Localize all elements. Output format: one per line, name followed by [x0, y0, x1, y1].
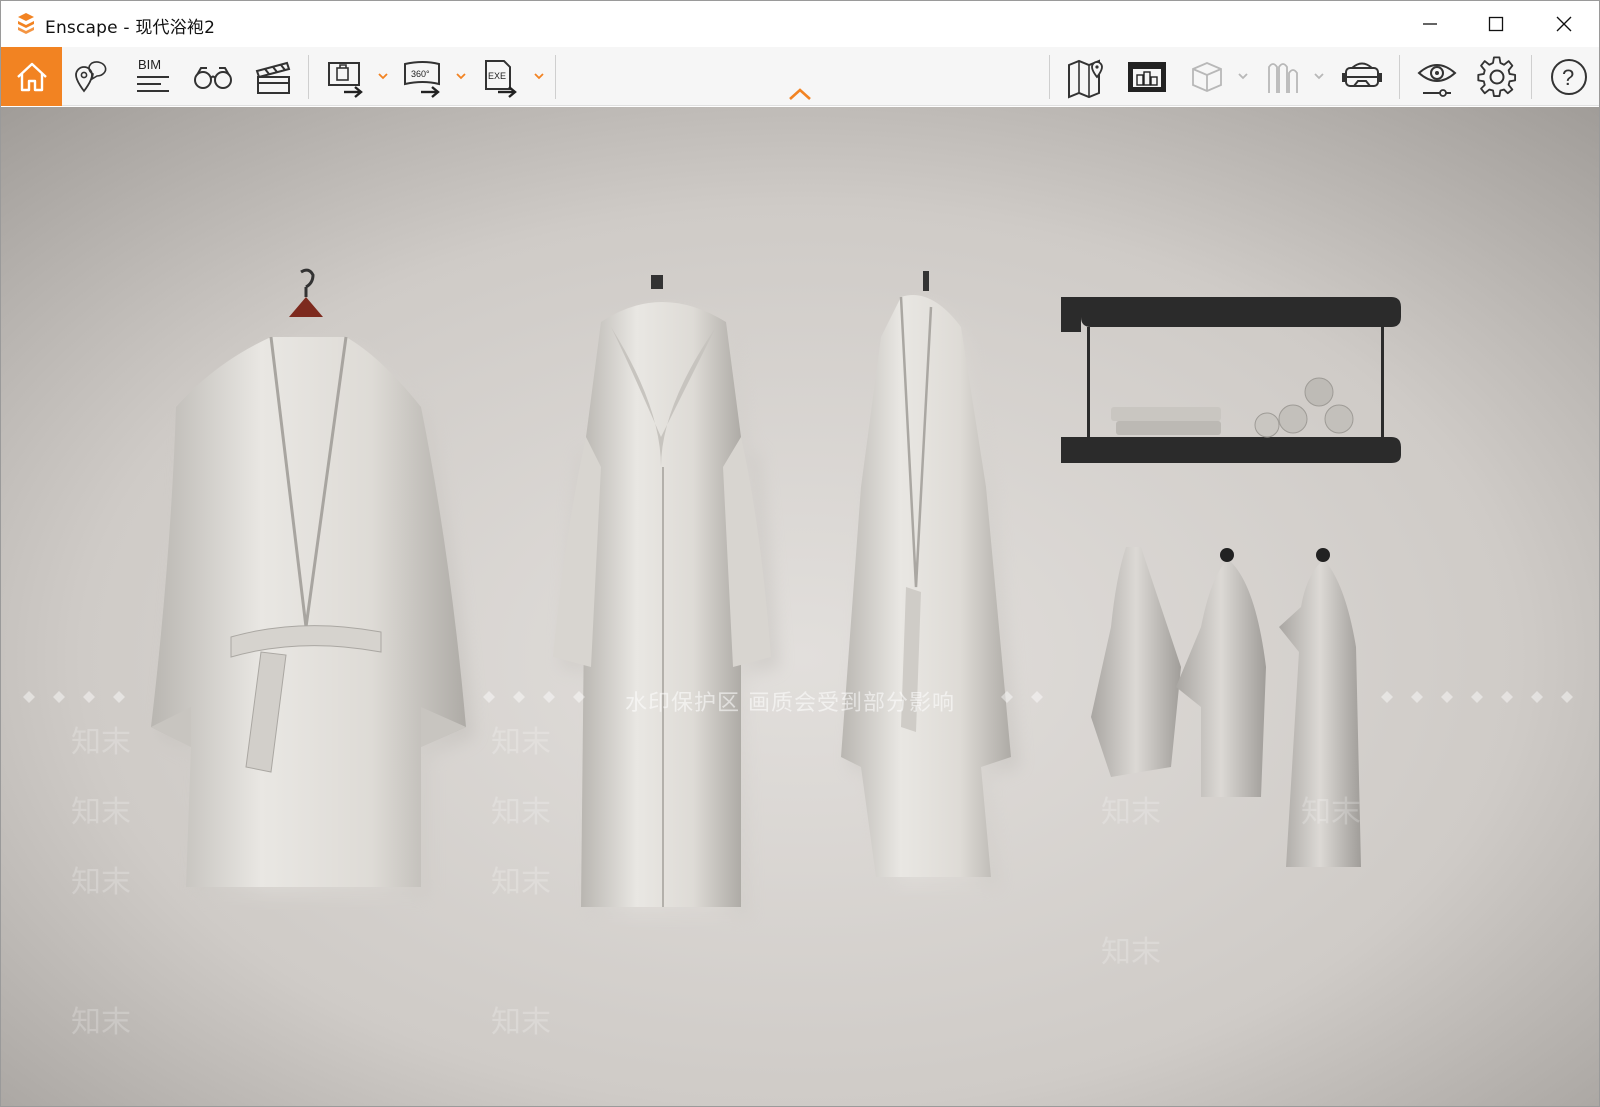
enscape-window: Enscape - 现代浴袍2 BIM 360° EXE ? 水印保护区 画质会…	[0, 0, 1600, 1107]
watermark-brand: 知末	[1301, 795, 1361, 830]
gear-icon	[1477, 55, 1517, 97]
help-button[interactable]: ?	[1541, 47, 1597, 106]
eye-icon	[1417, 63, 1457, 97]
watermark-brand: 知末	[491, 1005, 551, 1040]
watermark-brand: 知末	[71, 865, 131, 900]
svg-text:360°: 360°	[411, 69, 430, 79]
bim-icon: BIM	[137, 57, 169, 92]
exe-export-button[interactable]: EXE	[475, 47, 529, 106]
bathrobe-scene-render	[1, 107, 1599, 1106]
chevron-up-icon[interactable]	[787, 86, 813, 102]
screenshot-dropdown-chevron-icon[interactable]	[377, 71, 389, 81]
cube-button[interactable]	[1181, 47, 1233, 106]
toolbar-separator	[1049, 55, 1050, 99]
clapperboard-icon	[255, 61, 291, 94]
asset-library-button[interactable]	[185, 47, 241, 106]
maximize-icon	[1488, 16, 1504, 32]
stereo-dropdown-chevron-icon[interactable]	[1313, 71, 1325, 81]
svg-text:?: ?	[1562, 65, 1574, 90]
panorama-export-button[interactable]: 360°	[397, 47, 451, 106]
screenshot-export-button[interactable]	[319, 47, 373, 106]
watermark-brand: 知末	[491, 725, 551, 760]
watermark-brand: 知末	[71, 725, 131, 760]
home-button[interactable]	[1, 47, 62, 106]
watermark-brand: 知末	[1101, 795, 1161, 830]
toolbar-separator	[1531, 55, 1532, 99]
window-title: Enscape - 现代浴袍2	[45, 18, 216, 38]
cube-dropdown-chevron-icon[interactable]	[1237, 71, 1249, 81]
close-button[interactable]	[1531, 1, 1597, 47]
minimize-icon	[1423, 23, 1437, 25]
title-bar: Enscape - 现代浴袍2	[1, 1, 1599, 47]
svg-text:BIM: BIM	[138, 57, 161, 72]
close-icon	[1556, 16, 1572, 32]
panorama-export-icon: 360°	[404, 60, 440, 98]
vr-headset-button[interactable]	[1333, 47, 1391, 106]
enscape-logo-icon	[18, 13, 34, 34]
watermark-brand: 知末	[71, 1005, 131, 1040]
video-editor-button[interactable]	[245, 47, 301, 106]
panorama-dropdown-chevron-icon[interactable]	[455, 71, 467, 81]
web-standalone-button[interactable]	[1119, 47, 1175, 106]
settings-button[interactable]	[1469, 47, 1525, 106]
map-pin-chat-icon	[75, 60, 107, 92]
watermark-brand: 知末	[491, 865, 551, 900]
minimize-button[interactable]	[1397, 1, 1463, 47]
watermark-notice: 水印保护区 画质会受到部分影响	[625, 691, 955, 716]
watermark-brand: 知末	[1101, 935, 1161, 970]
map-button[interactable]	[1059, 47, 1115, 106]
bim-button[interactable]: BIM	[125, 47, 181, 106]
toolbar-separator	[1399, 55, 1400, 99]
binoculars-icon	[194, 66, 232, 89]
screenshot-export-icon	[328, 61, 363, 98]
stereo-button[interactable]	[1257, 47, 1309, 106]
stereo-icon	[1268, 62, 1298, 93]
vr-headset-icon	[1342, 62, 1382, 87]
render-viewport[interactable]: 水印保护区 画质会受到部分影响 知末 知末 知末 知末 知末 知末 知末 知末 …	[1, 107, 1599, 1106]
exe-dropdown-chevron-icon[interactable]	[533, 71, 545, 81]
svg-text:EXE: EXE	[488, 71, 506, 81]
web-standalone-icon	[1128, 61, 1166, 92]
toolbar-separator	[308, 55, 309, 99]
watermark-brand: 知末	[71, 795, 131, 830]
map-icon	[1068, 59, 1103, 98]
watermark-brand: 知末	[491, 795, 551, 830]
help-icon: ?	[1551, 58, 1587, 95]
visual-settings-button[interactable]	[1409, 47, 1465, 106]
exe-export-icon: EXE	[485, 59, 517, 98]
toolbar-separator	[555, 55, 556, 99]
home-icon	[16, 62, 47, 91]
views-button[interactable]	[67, 47, 117, 106]
maximize-button[interactable]	[1463, 1, 1529, 47]
cube-icon	[1192, 61, 1222, 92]
